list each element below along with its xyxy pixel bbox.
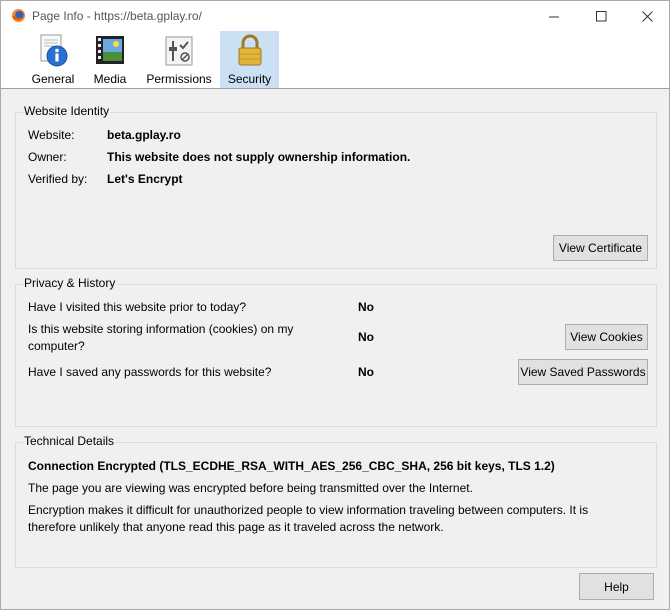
- cookies-question-line1: Is this website storing information (coo…: [28, 322, 294, 336]
- close-button[interactable]: [624, 1, 670, 31]
- tab-permissions[interactable]: Permissions: [143, 31, 215, 88]
- tab-general[interactable]: General: [27, 31, 79, 88]
- cookies-answer: No: [358, 330, 374, 344]
- tab-media[interactable]: Media: [89, 31, 131, 88]
- permissions-icon: [165, 36, 193, 66]
- encryption-explanation-line1: Encryption makes it difficult for unauth…: [28, 503, 589, 517]
- encryption-note: The page you are viewing was encrypted b…: [28, 481, 473, 495]
- help-button[interactable]: Help: [579, 573, 654, 600]
- tab-toolbar: General Media Permissions Security: [1, 31, 669, 89]
- encryption-explanation-line2: therefore unlikely that anyone read this…: [28, 520, 444, 534]
- group-heading: Privacy & History: [23, 276, 117, 290]
- maximize-button[interactable]: [578, 1, 624, 31]
- website-label: Website:: [28, 128, 75, 142]
- visited-answer: No: [358, 300, 374, 314]
- title-bar: Page Info - https://beta.gplay.ro/: [1, 1, 669, 31]
- website-value: beta.gplay.ro: [107, 128, 181, 142]
- maximize-icon: [595, 10, 606, 21]
- view-cookies-button[interactable]: View Cookies: [565, 324, 648, 350]
- technical-details-group: Technical Details Connection Encrypted (…: [15, 434, 657, 568]
- view-certificate-button[interactable]: View Certificate: [553, 235, 648, 261]
- verified-by-value: Let's Encrypt: [107, 172, 183, 186]
- close-icon: [641, 10, 653, 22]
- tab-label: Media: [93, 72, 127, 86]
- minimize-button[interactable]: [531, 1, 577, 31]
- visited-question: Have I visited this website prior to tod…: [28, 300, 247, 314]
- connection-status: Connection Encrypted (TLS_ECDHE_RSA_WITH…: [28, 459, 555, 473]
- cookies-question-line2: computer?: [28, 339, 85, 353]
- group-heading: Technical Details: [23, 434, 116, 448]
- owner-label: Owner:: [28, 150, 67, 164]
- tab-label: General: [31, 72, 75, 86]
- passwords-question: Have I saved any passwords for this webs…: [28, 365, 272, 379]
- owner-value: This website does not supply ownership i…: [107, 150, 411, 164]
- website-identity-group: Website Identity Website: beta.gplay.ro …: [15, 104, 657, 269]
- firefox-icon: [11, 8, 26, 23]
- page-info-window: Page Info - https://beta.gplay.ro/ Gener…: [0, 0, 670, 610]
- film-icon: [96, 36, 124, 64]
- window-title: Page Info - https://beta.gplay.ro/: [32, 9, 202, 23]
- privacy-history-group: Privacy & History Have I visited this we…: [15, 276, 657, 427]
- info-icon: [40, 34, 68, 67]
- tab-security[interactable]: Security: [220, 31, 279, 88]
- verified-by-label: Verified by:: [28, 172, 88, 186]
- tab-label: Permissions: [146, 72, 212, 86]
- passwords-answer: No: [358, 365, 374, 379]
- padlock-icon: [238, 34, 261, 66]
- group-heading: Website Identity: [23, 104, 111, 118]
- tab-label: Security: [227, 72, 272, 86]
- view-saved-passwords-button[interactable]: View Saved Passwords: [518, 359, 648, 385]
- minimize-icon: [548, 16, 559, 17]
